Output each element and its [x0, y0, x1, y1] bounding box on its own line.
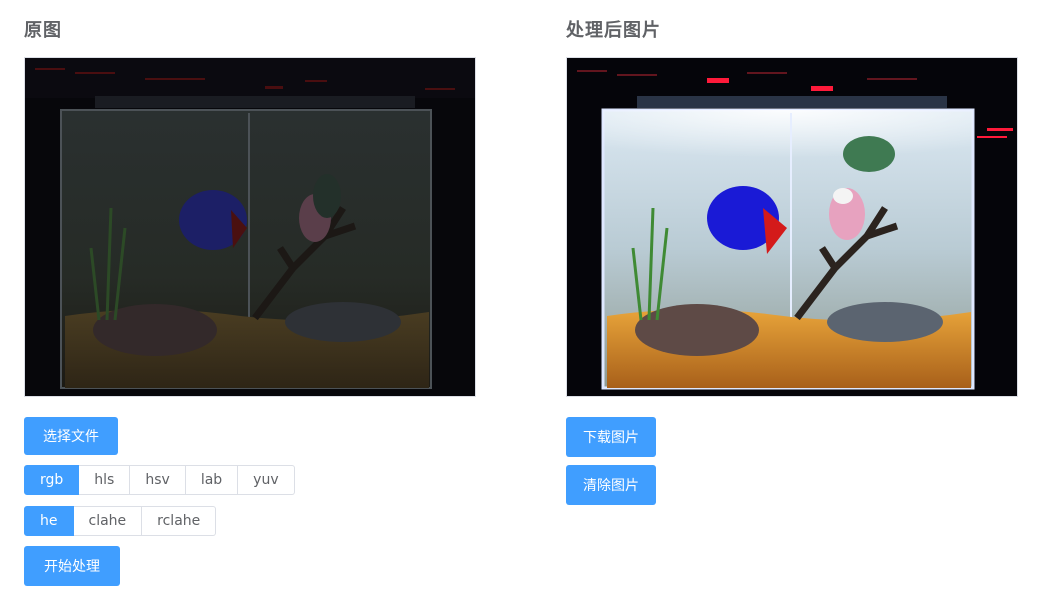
method-radio-group: he clahe rclahe: [24, 506, 217, 536]
processed-aquarium-image: [567, 58, 1017, 396]
method-option-clahe[interactable]: clahe: [73, 506, 143, 536]
colorspace-option-yuv[interactable]: yuv: [238, 465, 295, 495]
method-option-he[interactable]: he: [24, 506, 74, 536]
start-process-button[interactable]: 开始处理: [24, 546, 120, 586]
colorspace-radio-group: rgb hls hsv lab yuv: [24, 465, 295, 495]
colorspace-option-hsv[interactable]: hsv: [130, 465, 186, 495]
colorspace-option-lab[interactable]: lab: [185, 465, 239, 495]
original-image: [24, 57, 476, 397]
processed-title: 处理后图片: [566, 20, 661, 41]
processed-image: [566, 57, 1018, 397]
colorspace-option-hls[interactable]: hls: [79, 465, 131, 495]
method-option-rclahe[interactable]: rclahe: [142, 506, 217, 536]
select-file-button[interactable]: 选择文件: [24, 417, 118, 455]
clear-image-button[interactable]: 清除图片: [566, 465, 656, 505]
original-aquarium-image: [25, 58, 475, 396]
download-image-button[interactable]: 下载图片: [566, 417, 656, 457]
original-title: 原图: [24, 20, 62, 41]
colorspace-option-rgb[interactable]: rgb: [24, 465, 80, 495]
